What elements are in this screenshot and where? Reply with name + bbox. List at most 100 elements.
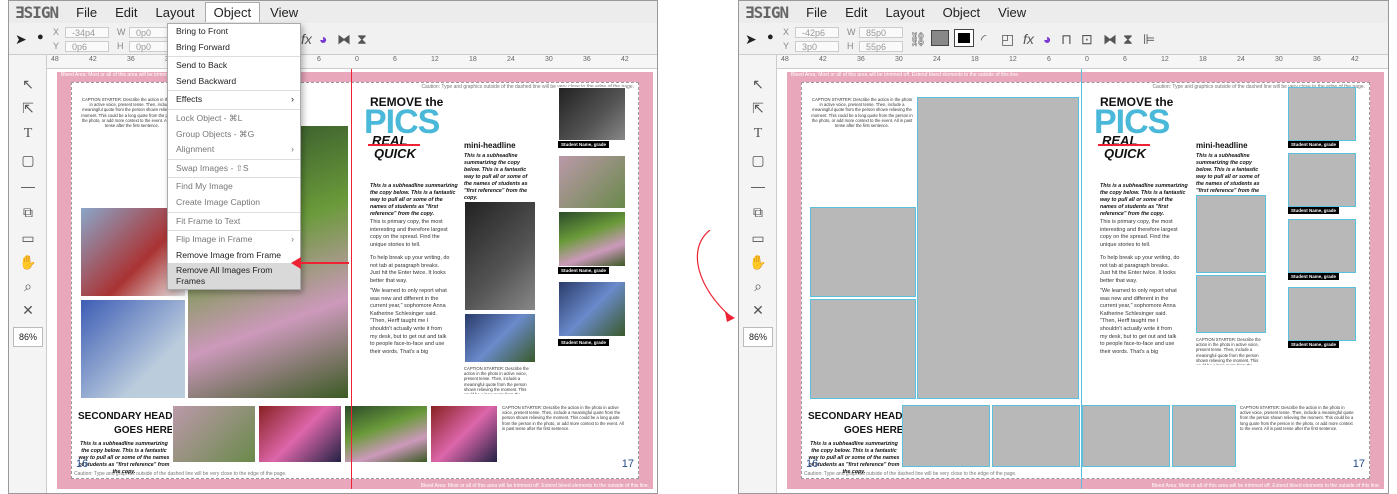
mini-subheadline[interactable]: This is a subheadline summarizing the co… <box>464 153 536 202</box>
comment-tool-icon[interactable]: ▭ <box>749 229 767 247</box>
menu-item-group-objects-g[interactable]: Group Objects - ⌘G <box>168 127 300 143</box>
direct-select-tool-icon[interactable]: ⇱ <box>19 99 37 117</box>
y-field[interactable]: 3p0 <box>795 41 839 52</box>
photo-bottom-4[interactable] <box>430 405 498 463</box>
empty-frame-portrait-2[interactable] <box>1288 153 1356 207</box>
x-field[interactable]: -42p6 <box>795 27 839 38</box>
photo-team[interactable] <box>80 299 186 399</box>
mini-headline[interactable]: mini-headline <box>464 141 516 150</box>
empty-frame-portrait-1[interactable] <box>1288 87 1356 141</box>
color-wheel-icon[interactable]: ◕ <box>319 31 327 47</box>
mini-headline[interactable]: mini-headline <box>1196 141 1248 150</box>
caption-block[interactable]: CAPTION STARTER: Describe the action in … <box>810 97 914 205</box>
hand-tool-icon[interactable]: ✋ <box>19 253 37 271</box>
goes-here[interactable]: GOES HERE <box>114 425 173 436</box>
body-copy-3[interactable]: "We learned to only report what was new … <box>1100 288 1180 360</box>
menu-item-flip-image-in-frame[interactable]: Flip Image in Frame › <box>168 232 300 248</box>
menu-item-swap-images-s[interactable]: Swap Images - ⇧S <box>168 161 300 177</box>
menu-item-find-my-image[interactable]: Find My Image <box>168 179 300 195</box>
body-copy-2[interactable]: To help break up your writing, do not ta… <box>1100 255 1180 285</box>
color-wheel-icon[interactable]: ◕ <box>1043 31 1051 47</box>
menu-file[interactable]: File <box>798 3 835 22</box>
line-tool-icon[interactable]: — <box>19 177 37 195</box>
image-frame-tool-icon[interactable]: ⧉ <box>19 203 37 221</box>
body-copy-1[interactable]: This is primary copy, the most interesti… <box>370 219 450 249</box>
w-field[interactable]: 85p0 <box>859 27 903 38</box>
mini-caption[interactable]: CAPTION STARTER: Describe the action in … <box>1196 337 1266 365</box>
lock-icon[interactable]: ⊓ <box>1061 31 1072 48</box>
flip-vertical-icon[interactable]: ⧗ <box>1123 31 1133 48</box>
menu-object[interactable]: Object <box>204 2 261 22</box>
fill-color-swatch[interactable] <box>931 30 949 46</box>
fit-screen-icon[interactable]: ✕ <box>749 301 767 319</box>
student-caption-1[interactable]: Student Name, grade <box>558 141 610 148</box>
student-caption-2[interactable]: Student Name, grade <box>1288 207 1340 214</box>
canvas[interactable]: Bleed Area: Most or all of this area wil… <box>777 69 1388 493</box>
stroke-color-swatch[interactable] <box>954 29 974 47</box>
comment-tool-icon[interactable]: ▭ <box>19 229 37 247</box>
menu-item-alignment[interactable]: Alignment › <box>168 142 300 158</box>
flip-vertical-icon[interactable]: ⧗ <box>357 31 367 48</box>
direct-select-tool-icon[interactable]: ⇱ <box>749 99 767 117</box>
zoom-level[interactable]: 86% <box>743 327 773 347</box>
canvas[interactable]: Bleed Area: Most or all of this area wil… <box>47 69 657 493</box>
reference-point-icon[interactable]: ● <box>767 31 774 43</box>
fx-icon[interactable]: fx <box>1023 31 1034 47</box>
body-copy-1[interactable]: This is primary copy, the most interesti… <box>1100 219 1180 249</box>
flip-horizontal-icon[interactable]: ⧓ <box>337 31 351 48</box>
bottom-caption-block[interactable]: CAPTION STARTER: Describe the action in … <box>1240 405 1356 463</box>
photo-player-back[interactable] <box>464 201 536 311</box>
menu-view[interactable]: View <box>262 3 306 22</box>
corner-options-icon[interactable]: ◜ <box>981 31 986 48</box>
empty-frame-mini-1[interactable] <box>1196 195 1266 273</box>
empty-frame-2[interactable] <box>810 299 916 399</box>
menu-item-fit-frame-to-text[interactable]: Fit Frame to Text <box>168 214 300 230</box>
photo-bottom-1[interactable] <box>172 405 256 463</box>
align-icon[interactable]: ⊫ <box>1143 31 1155 48</box>
menu-view[interactable]: View <box>990 3 1034 22</box>
student-caption-1[interactable]: Student Name, grade <box>1288 141 1340 148</box>
menu-item-lock-object-l[interactable]: Lock Object - ⌘L <box>168 111 300 127</box>
secondary-subheadline[interactable]: This is a subheadline summarizing the co… <box>808 441 900 476</box>
student-caption-3[interactable]: Student Name, grade <box>558 339 610 346</box>
student-caption-2[interactable]: Student Name, grade <box>558 267 610 274</box>
student-caption-3[interactable]: Student Name, grade <box>1288 273 1340 280</box>
photo-portrait-4[interactable] <box>558 281 626 337</box>
frame-tool-icon[interactable]: ▢ <box>19 151 37 169</box>
body-copy-3[interactable]: "We learned to only report what was new … <box>370 288 450 360</box>
photo-bottom-2[interactable] <box>258 405 342 463</box>
body-copy-2[interactable]: To help break up your writing, do not ta… <box>370 255 450 285</box>
selection-arrow-icon[interactable]: ➤ <box>745 31 757 48</box>
empty-frame-1[interactable] <box>810 207 916 297</box>
menu-edit[interactable]: Edit <box>837 3 875 22</box>
selection-arrow-icon[interactable]: ➤ <box>15 31 27 48</box>
subheadline[interactable]: This is a subheadline summarizing the co… <box>1100 183 1188 218</box>
h-field[interactable]: 55p6 <box>859 41 903 52</box>
empty-frame-bottom-4[interactable] <box>1172 405 1236 467</box>
select-tool-icon[interactable]: ↖ <box>19 75 37 93</box>
empty-frame-mini-2[interactable] <box>1196 275 1266 333</box>
empty-frame-bottom-3[interactable] <box>1082 405 1170 467</box>
menu-item-send-to-back[interactable]: Send to Back <box>168 58 300 74</box>
quick-headline[interactable]: QUICK <box>374 147 416 160</box>
menu-item-bring-forward[interactable]: Bring Forward <box>168 40 300 56</box>
unlink-icon[interactable]: ⛓ <box>909 31 927 48</box>
secondary-subheadline[interactable]: This is a subheadline summarizing the co… <box>78 441 170 476</box>
photo-huddle[interactable] <box>464 313 536 363</box>
fit-content-icon[interactable]: ⊡ <box>1081 31 1093 48</box>
empty-frame-main[interactable] <box>917 97 1079 399</box>
bottom-caption-block[interactable]: CAPTION STARTER: Describe the action in … <box>502 405 626 463</box>
y-field[interactable]: 0p6 <box>65 41 109 52</box>
reference-point-icon[interactable]: ● <box>37 31 44 43</box>
menu-item-bring-to-front[interactable]: Bring to Front <box>168 24 300 40</box>
image-frame-tool-icon[interactable]: ⧉ <box>749 203 767 221</box>
empty-frame-bottom-1[interactable] <box>902 405 990 467</box>
fx-icon[interactable]: fx <box>301 31 312 47</box>
student-caption-4[interactable]: Student Name, grade <box>1288 341 1340 348</box>
subheadline[interactable]: This is a subheadline summarizing the co… <box>370 183 458 218</box>
line-tool-icon[interactable]: — <box>749 177 767 195</box>
menu-item-remove-image-from-frame[interactable]: Remove Image from Frame <box>168 248 300 264</box>
empty-frame-portrait-4[interactable] <box>1288 287 1356 341</box>
hand-tool-icon[interactable]: ✋ <box>749 253 767 271</box>
menu-item-effects[interactable]: Effects › <box>168 92 300 108</box>
